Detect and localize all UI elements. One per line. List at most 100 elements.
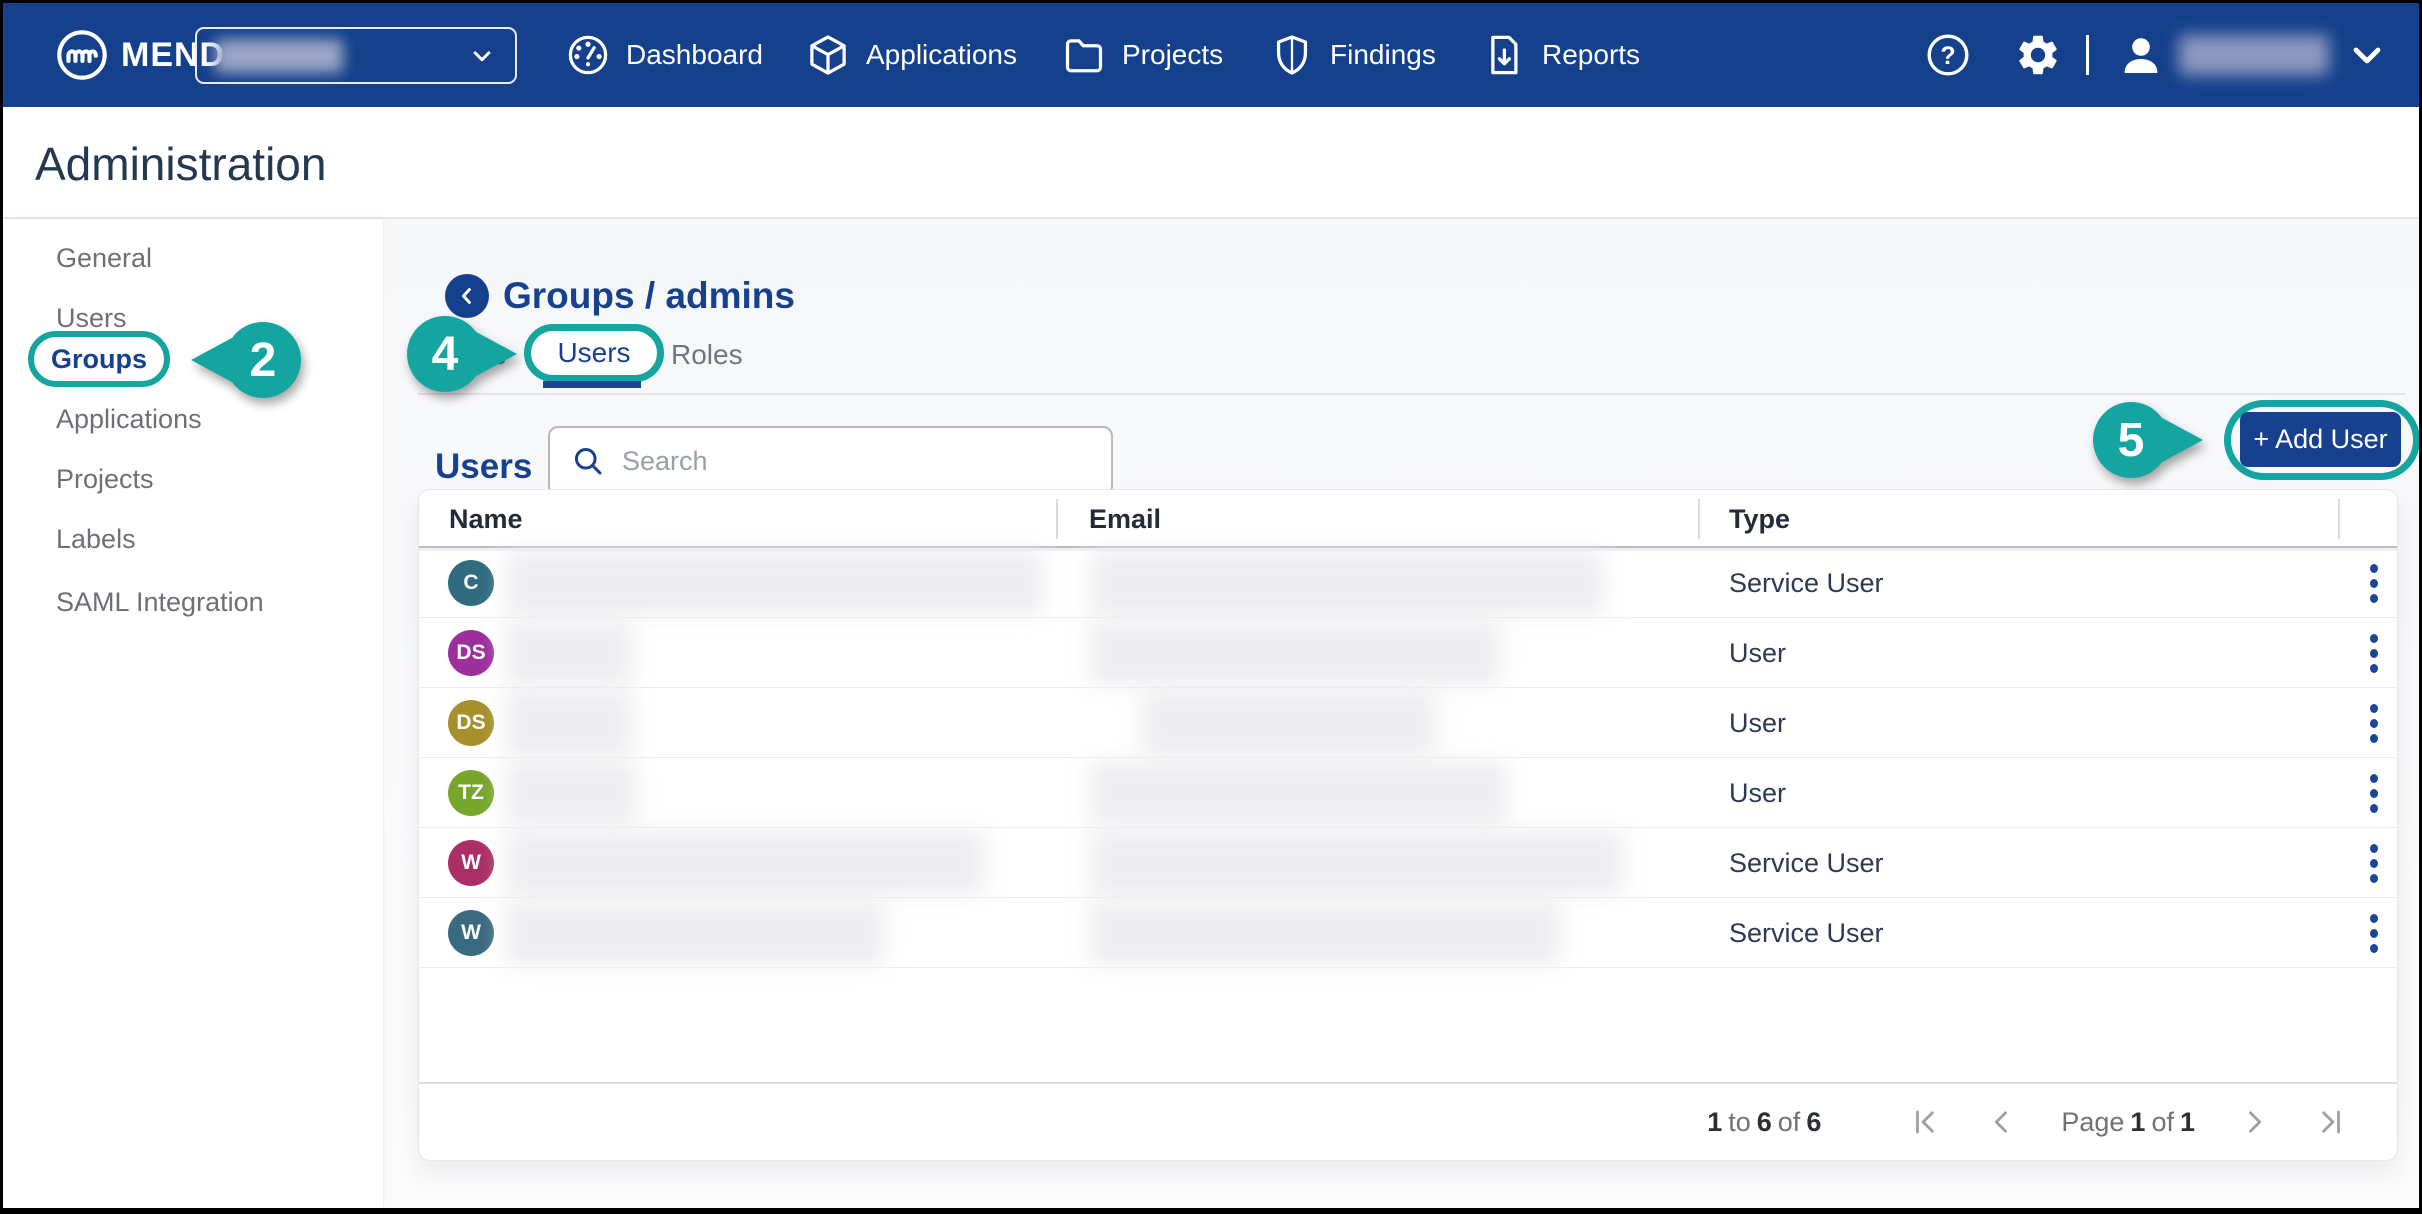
table-row: W Service User	[419, 828, 2397, 898]
sidebar-item-groups[interactable]: Groups	[28, 331, 170, 387]
nav-item-applications[interactable]: Applications	[805, 3, 1017, 107]
redacted-email	[1089, 621, 1501, 685]
table-row: DS User	[419, 618, 2397, 688]
sidebar-item-projects[interactable]: Projects	[56, 464, 154, 495]
sidebar-item-groups-label: Groups	[51, 344, 147, 375]
pagination-page-label: Page1of1	[2061, 1107, 2195, 1138]
redacted-email	[1089, 551, 1604, 615]
callout-arrow-right	[2153, 413, 2203, 467]
pagination-controls: Page1of1	[1909, 1105, 2347, 1139]
row-actions-menu[interactable]	[2349, 828, 2399, 898]
first-page-button[interactable]	[1909, 1105, 1943, 1139]
nav-item-findings[interactable]: Findings	[1269, 3, 1436, 107]
redacted-name	[505, 831, 985, 895]
user-type: User	[1729, 708, 1786, 739]
last-page-button[interactable]	[2313, 1105, 2347, 1139]
column-header-name: Name	[449, 504, 523, 535]
nav-item-dashboard[interactable]: Dashboard	[565, 3, 763, 107]
user-type: User	[1729, 638, 1786, 669]
callout-number: 2	[225, 322, 301, 398]
nav-item-reports[interactable]: Reports	[1481, 3, 1640, 107]
help-button[interactable]: ?	[1924, 31, 1972, 79]
row-actions-menu[interactable]	[2349, 758, 2399, 828]
sidebar-item-saml-integration[interactable]: SAML Integration	[56, 587, 264, 618]
users-table-card: Name Email Type C Service User DS User D…	[418, 489, 2398, 1161]
callout-step-5: 5	[2093, 402, 2203, 478]
redacted-email	[1089, 761, 1507, 825]
avatar: W	[448, 910, 494, 956]
user-avatar-icon	[2117, 31, 2165, 79]
row-actions-menu[interactable]	[2349, 548, 2399, 618]
last-page-icon	[2313, 1105, 2347, 1139]
chevron-down-icon	[2343, 31, 2391, 79]
settings-button[interactable]	[2014, 31, 2062, 79]
user-type: Service User	[1729, 568, 1884, 599]
back-button[interactable]	[445, 274, 489, 318]
redacted-name	[505, 761, 637, 825]
redacted-email	[1141, 691, 1437, 755]
nav-item-projects[interactable]: Projects	[1061, 3, 1223, 107]
user-type: User	[1729, 778, 1786, 809]
user-type: Service User	[1729, 918, 1884, 949]
redacted-name	[505, 691, 633, 755]
table-row: TZ User	[419, 758, 2397, 828]
redacted-name	[505, 621, 633, 685]
previous-page-button[interactable]	[1985, 1105, 2019, 1139]
tabs-divider	[418, 393, 2406, 395]
tab-users-label: Users	[557, 337, 630, 369]
tab-roles[interactable]: Roles	[671, 339, 743, 371]
chevron-left-icon	[453, 282, 481, 310]
row-actions-menu[interactable]	[2349, 618, 2399, 688]
column-header-email: Email	[1089, 504, 1161, 535]
nav-divider	[2086, 35, 2089, 75]
chevron-left-icon	[1985, 1105, 2019, 1139]
gear-icon	[2014, 31, 2062, 79]
svg-text:?: ?	[1940, 42, 1955, 70]
search-input[interactable]	[622, 446, 1091, 477]
first-page-icon	[1909, 1105, 1943, 1139]
sidebar-item-users[interactable]: Users	[56, 303, 127, 334]
row-actions-menu[interactable]	[2349, 688, 2399, 758]
row-actions-menu[interactable]	[2349, 898, 2399, 968]
users-section-title: Users	[435, 447, 532, 487]
dashboard-icon	[565, 32, 611, 78]
redacted-email	[1089, 901, 1561, 965]
table-row: W Service User	[419, 898, 2397, 968]
top-nav-bar: MEND Dashboard Applications	[3, 3, 2419, 107]
help-icon: ?	[1924, 31, 1972, 79]
page-title: Administration	[35, 137, 326, 191]
page-header: Administration	[3, 107, 2419, 219]
nav-item-label: Findings	[1330, 39, 1436, 71]
column-separator	[1056, 499, 1058, 539]
app-window: MEND Dashboard Applications	[0, 0, 2422, 1214]
reports-document-icon	[1481, 32, 1527, 78]
active-tab-underline	[543, 381, 641, 388]
nav-item-label: Projects	[1122, 39, 1223, 71]
column-separator	[2338, 499, 2340, 539]
redacted-username	[2179, 35, 2329, 75]
add-user-button[interactable]: + Add User	[2240, 412, 2401, 467]
applications-cube-icon	[805, 32, 851, 78]
user-menu[interactable]	[2117, 31, 2391, 79]
avatar: DS	[448, 700, 494, 746]
sidebar-item-general[interactable]: General	[56, 243, 152, 274]
sidebar-item-applications[interactable]: Applications	[56, 404, 202, 435]
table-header-row: Name Email Type	[419, 490, 2397, 548]
findings-shield-icon	[1269, 32, 1315, 78]
chevron-right-icon	[2237, 1105, 2271, 1139]
callout-step-4: 4	[407, 316, 517, 392]
nav-item-label: Applications	[866, 39, 1017, 71]
redacted-name	[505, 551, 1043, 615]
organization-selector[interactable]	[195, 27, 517, 84]
projects-folder-icon	[1061, 32, 1107, 78]
nav-right-cluster: ?	[1924, 3, 2391, 107]
next-page-button[interactable]	[2237, 1105, 2271, 1139]
tab-users[interactable]: Users	[524, 324, 664, 382]
user-type: Service User	[1729, 848, 1884, 879]
callout-step-2: 2	[191, 322, 301, 398]
sidebar-item-labels[interactable]: Labels	[56, 524, 136, 555]
nav-item-label: Dashboard	[626, 39, 763, 71]
table-row: C Service User	[419, 548, 2397, 618]
pagination-range: 1to6of6	[1707, 1107, 1821, 1138]
users-search	[548, 426, 1113, 496]
